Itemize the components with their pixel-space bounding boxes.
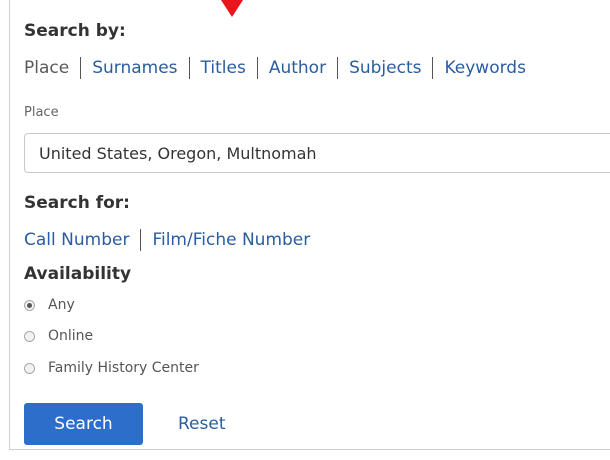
search-for-links: Call Number Film/Fiche Number (24, 228, 310, 252)
search-button[interactable]: Search (24, 403, 143, 445)
tab-divider (337, 57, 339, 79)
availability-option-family-history-center[interactable]: Family History Center (24, 358, 199, 378)
tab-place[interactable]: Place (24, 58, 69, 78)
availability-option-label: Family History Center (48, 360, 199, 376)
tab-divider (188, 57, 190, 79)
reset-link[interactable]: Reset (178, 414, 226, 434)
radio-button[interactable] (24, 362, 35, 374)
place-field-label: Place (24, 105, 59, 120)
tab-titles[interactable]: Titles (201, 58, 246, 78)
search-for-heading: Search for: (24, 193, 130, 213)
call-number-link[interactable]: Call Number (24, 230, 129, 250)
radio-button[interactable] (24, 330, 35, 342)
availability-option-online[interactable]: Online (24, 326, 93, 346)
link-divider (140, 229, 142, 251)
radio-button-selected[interactable] (24, 299, 35, 311)
availability-option-label: Any (48, 297, 75, 313)
tab-divider (432, 57, 434, 79)
tab-author[interactable]: Author (269, 58, 326, 78)
place-input[interactable] (24, 133, 610, 173)
film-fiche-number-link[interactable]: Film/Fiche Number (152, 230, 310, 250)
availability-heading: Availability (24, 264, 132, 284)
availability-option-label: Online (48, 328, 94, 344)
availability-option-any[interactable]: Any (24, 295, 75, 315)
tab-divider (256, 57, 258, 79)
tab-subjects[interactable]: Subjects (349, 58, 421, 78)
tab-surnames[interactable]: Surnames (92, 58, 177, 78)
tab-divider (80, 57, 82, 79)
search-by-tabs: Place Surnames Titles Author Subjects Ke… (24, 56, 526, 80)
tab-keywords[interactable]: Keywords (444, 58, 525, 78)
search-by-heading: Search by: (24, 21, 126, 41)
